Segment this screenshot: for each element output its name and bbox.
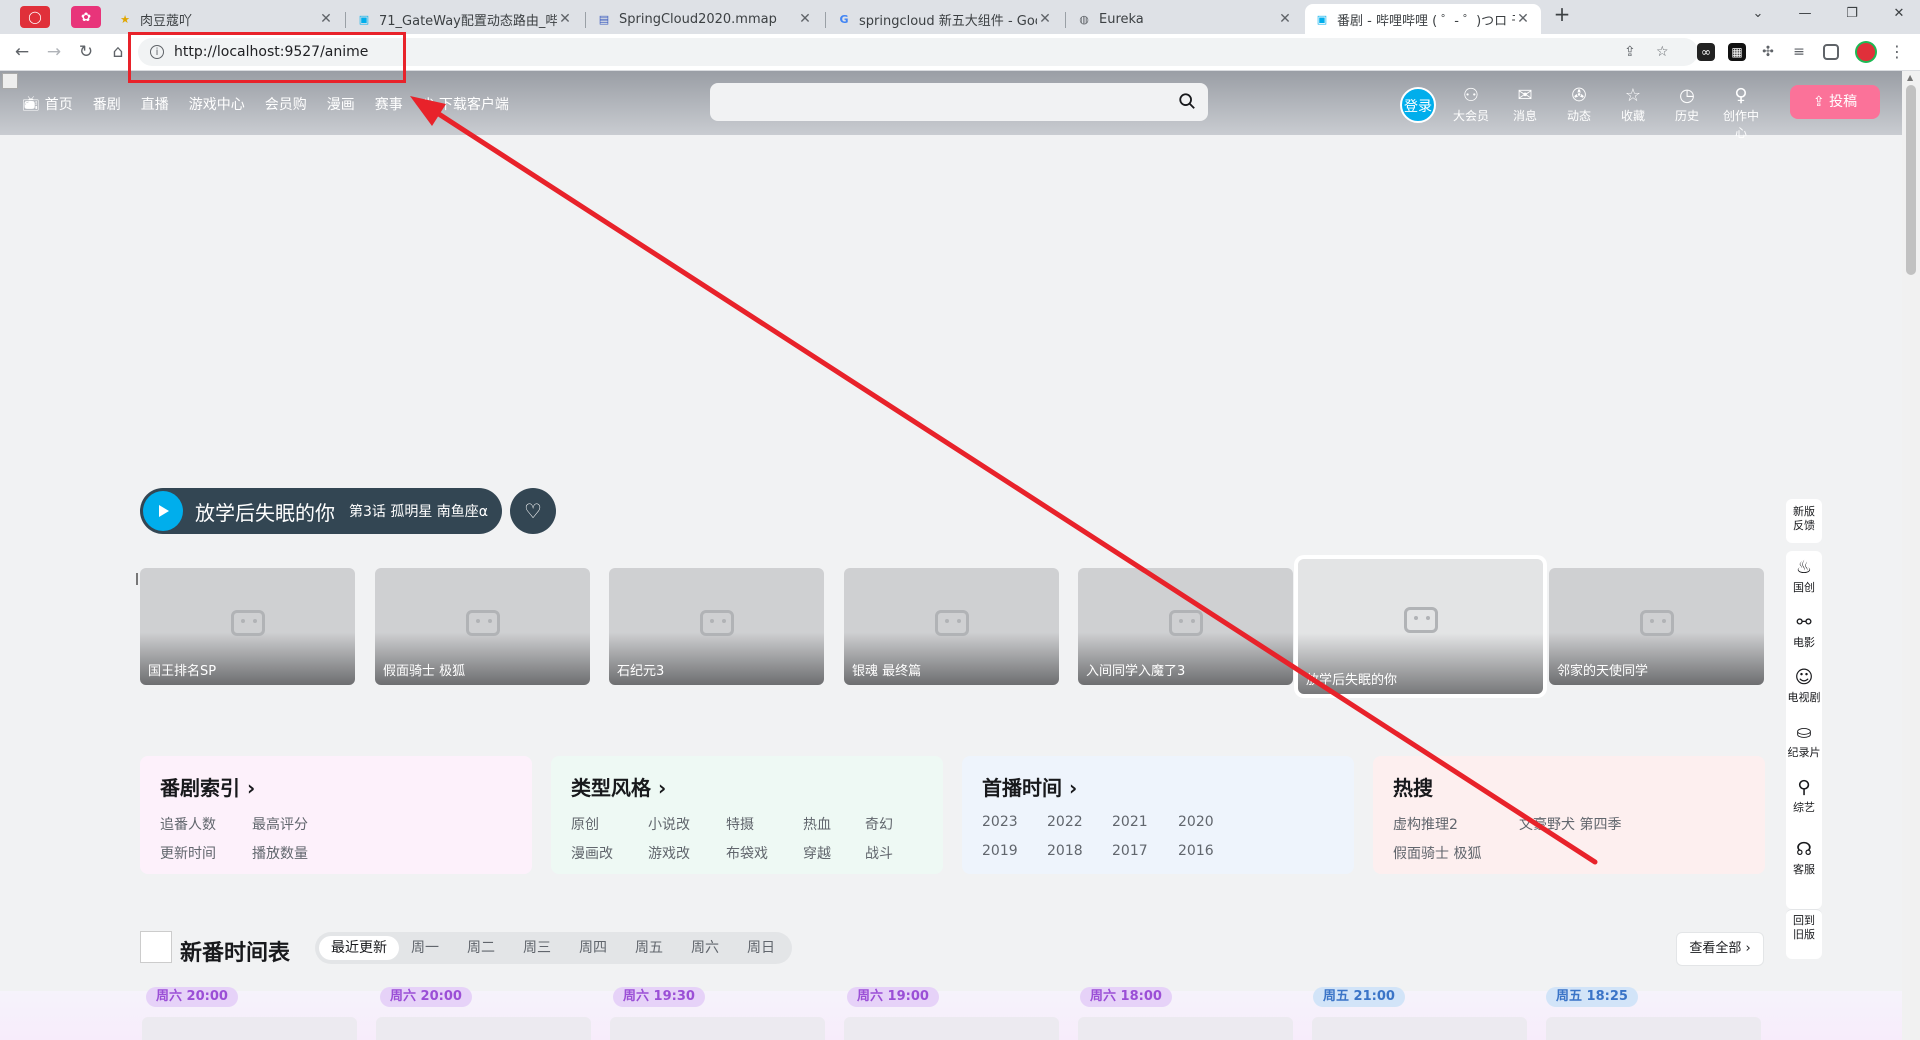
annotation-arrow: [410, 96, 1598, 865]
